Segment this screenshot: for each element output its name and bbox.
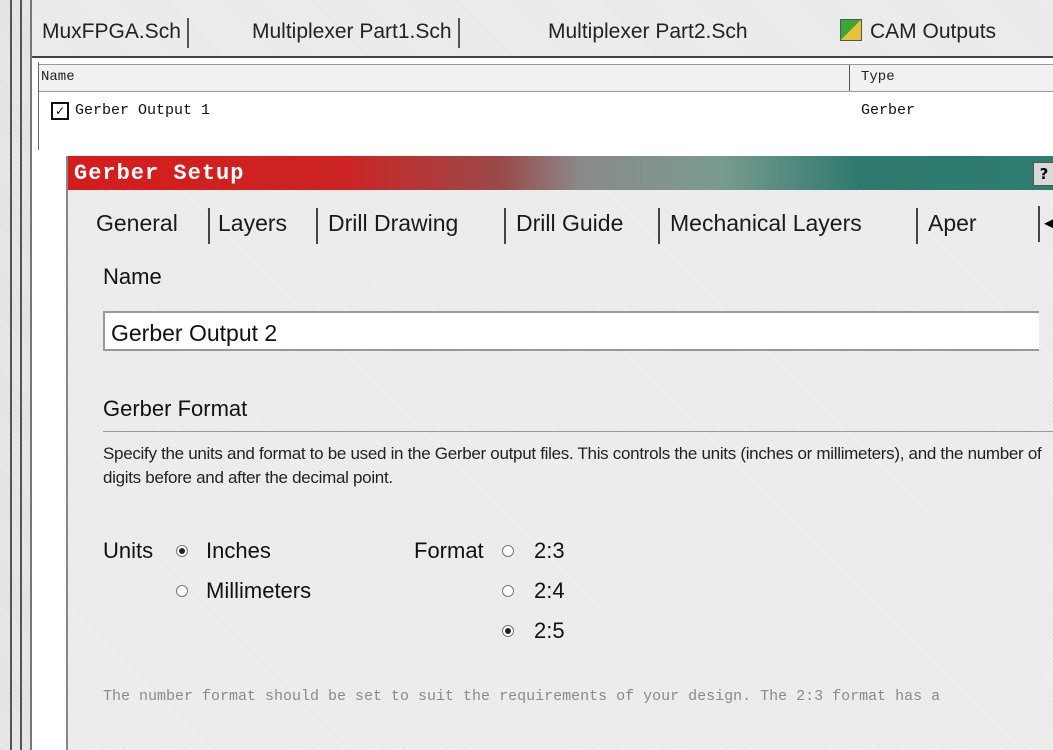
tab-divider (916, 208, 918, 244)
format-2-4-label[interactable]: 2:4 (534, 578, 565, 604)
frame-divider (10, 0, 12, 750)
frame-divider (30, 0, 32, 750)
enable-checkbox[interactable]: ✓ (51, 102, 69, 120)
dialog-title: Gerber Setup (74, 161, 245, 186)
ide-left-frame (0, 0, 32, 750)
tab-divider (316, 208, 318, 244)
doc-tab-label: Multiplexer Part2.Sch (548, 20, 748, 43)
doc-tab-label: Multiplexer Part1.Sch (252, 20, 452, 43)
doc-tab-label: MuxFPGA.Sch (42, 20, 181, 43)
format-note: The number format should be set to suit … (103, 688, 941, 705)
row-type: Gerber (861, 102, 916, 119)
doc-tab-muxfpga[interactable]: MuxFPGA.Sch (42, 16, 189, 48)
help-button[interactable]: ? (1033, 162, 1053, 186)
tab-scroll-left-icon[interactable]: ◄ (1038, 206, 1053, 242)
row-name: Gerber Output 1 (75, 102, 211, 119)
section-divider (103, 431, 1053, 432)
column-divider[interactable] (849, 65, 850, 91)
doc-tab-cam-outputs[interactable]: CAM Outputs (840, 16, 996, 48)
tab-divider (658, 208, 660, 244)
units-inches-radio[interactable] (176, 545, 188, 557)
doc-tab-multiplexer-part2[interactable]: Multiplexer Part2.Sch (548, 16, 748, 48)
doc-tab-multiplexer-part1[interactable]: Multiplexer Part1.Sch (252, 16, 460, 48)
dialog-tab-bar: General Layers Drill Drawing Drill Guide… (92, 206, 1053, 248)
gerber-setup-dialog: Gerber Setup ? General Layers Drill Draw… (66, 156, 1053, 750)
format-2-5-label[interactable]: 2:5 (534, 618, 565, 644)
format-description: Specify the units and format to be used … (103, 444, 1042, 487)
tab-divider (208, 208, 210, 244)
units-inches-label[interactable]: Inches (206, 538, 271, 564)
units-millimeters-radio[interactable] (176, 585, 188, 597)
name-label: Name (103, 264, 162, 289)
document-tab-strip: MuxFPGA.Sch Multiplexer Part1.Sch Multip… (32, 0, 1053, 58)
doc-tab-label: CAM Outputs (870, 20, 997, 43)
tab-layers[interactable]: Layers (218, 210, 287, 237)
format-label: Format (414, 538, 484, 563)
column-header-type[interactable]: Type (861, 69, 895, 85)
list-header: Name Type (39, 64, 1053, 92)
list-row-gerber-output-1[interactable]: ✓ Gerber Output 1 Gerber (39, 100, 1053, 122)
format-2-4-radio[interactable] (502, 585, 514, 597)
format-2-5-radio[interactable] (502, 625, 514, 637)
column-header-name[interactable]: Name (41, 69, 75, 85)
tab-drill-guide[interactable]: Drill Guide (516, 210, 623, 237)
output-name-input[interactable]: Gerber Output 2 (103, 311, 1039, 351)
frame-divider (20, 0, 22, 750)
dialog-title-bar[interactable]: Gerber Setup ? (68, 156, 1053, 190)
format-2-3-radio[interactable] (502, 545, 514, 557)
section-title-gerber-format: Gerber Format (103, 396, 248, 421)
tab-general[interactable]: General (96, 210, 178, 237)
format-2-3-label[interactable]: 2:3 (534, 538, 565, 564)
units-millimeters-label[interactable]: Millimeters (206, 578, 340, 604)
tab-apertures[interactable]: Aper (928, 210, 977, 237)
cam-outputs-list: Name Type ✓ Gerber Output 1 Gerber (38, 62, 1053, 150)
tab-divider (504, 208, 506, 244)
units-label: Units (103, 538, 154, 563)
tab-mechanical-layers[interactable]: Mechanical Layers (670, 210, 862, 237)
cam-outputs-icon (840, 19, 862, 41)
tab-drill-drawing[interactable]: Drill Drawing (328, 210, 458, 237)
